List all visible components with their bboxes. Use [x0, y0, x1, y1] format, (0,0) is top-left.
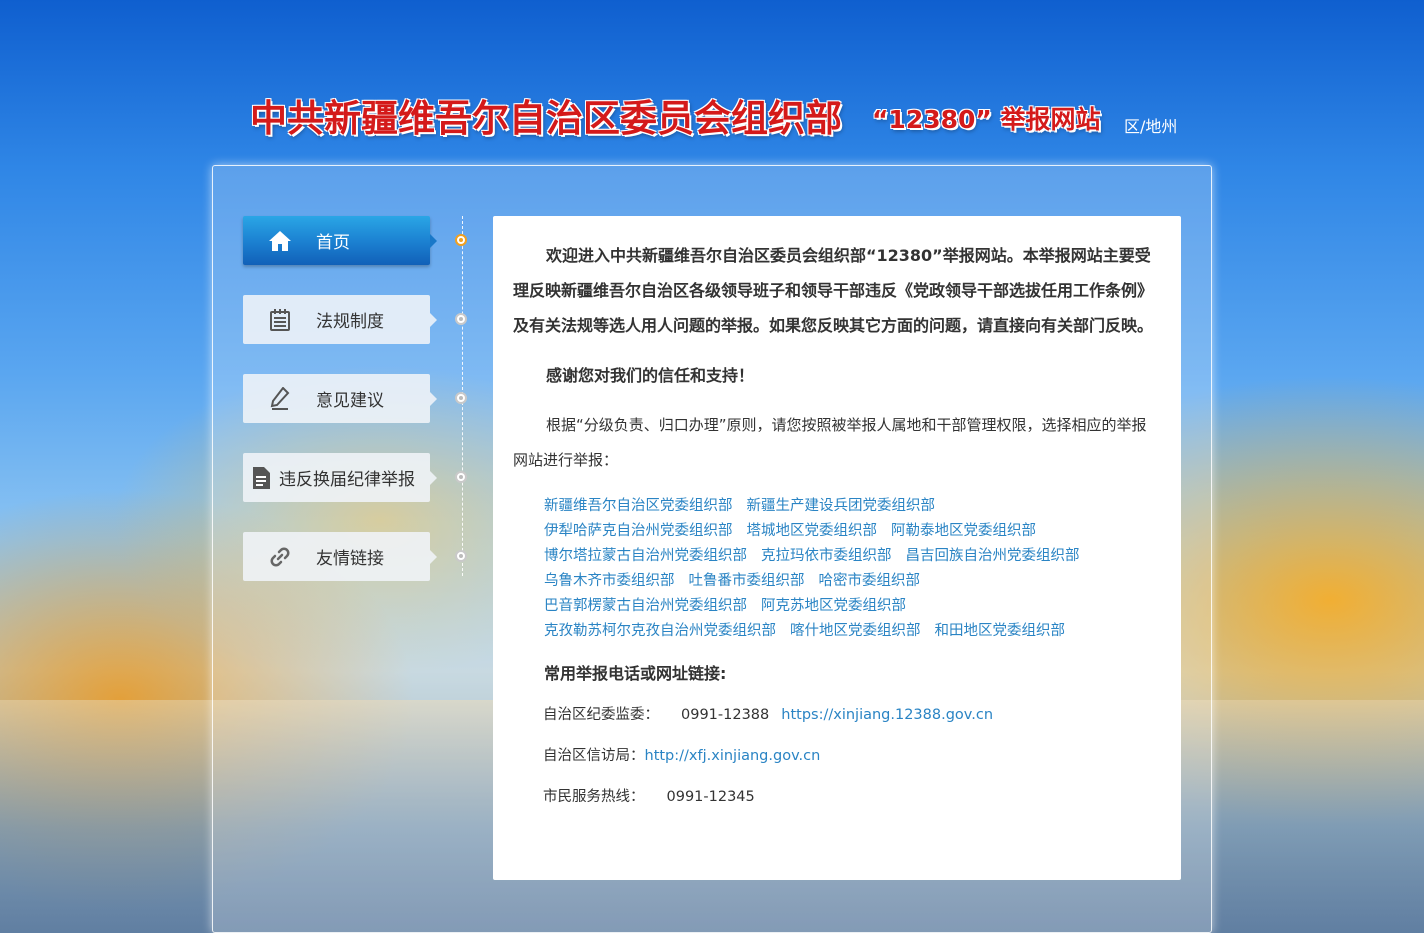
contact-row-petition-bureau: 自治区信访局：http://xfj.xinjiang.gov.cn: [543, 741, 1161, 771]
region-link[interactable]: 区/地州: [1124, 113, 1177, 137]
intro-paragraph: 欢迎进入中共新疆维吾尔自治区委员会组织部“12380”举报网站。本举报网站主要受…: [513, 246, 1154, 335]
nav-item-label: 首页: [316, 233, 350, 253]
nav-item-home[interactable]: 首页: [243, 216, 437, 265]
report-site-link[interactable]: 昌吉回族自治州党委组织部: [906, 548, 1080, 564]
link-row: 伊犁哈萨克自治州党委组织部 塔城地区党委组织部 阿勒泰地区党委组织部: [544, 519, 1161, 544]
report-site-link[interactable]: 哈密市委组织部: [819, 573, 921, 589]
link-icon: [268, 545, 292, 569]
report-site-link[interactable]: 伊犁哈萨克自治州党委组织部: [544, 523, 733, 539]
nav-item-friendly-links[interactable]: 友情链接: [243, 532, 437, 581]
report-site-link[interactable]: 阿克苏地区党委组织部: [761, 598, 906, 614]
nav-item-label: 法规制度: [316, 312, 384, 332]
nav-item-suggestions[interactable]: 意见建议: [243, 374, 437, 423]
report-site-link[interactable]: 和田地区党委组织部: [935, 623, 1066, 639]
nav-item-label: 违反换届纪律举报: [279, 470, 415, 490]
site-subtitle: “12380” 举报网站: [872, 105, 1101, 134]
link-row: 博尔塔拉蒙古自治州党委组织部 克拉玛依市委组织部 昌吉回族自治州党委组织部: [544, 544, 1161, 569]
nav-item-label: 友情链接: [316, 549, 384, 569]
nav-item-regulations[interactable]: 法规制度: [243, 295, 437, 344]
report-site-link[interactable]: 新疆生产建设兵团党委组织部: [747, 498, 936, 514]
home-icon: [268, 229, 292, 253]
nav-item-label: 意见建议: [316, 391, 384, 411]
link-row: 新疆维吾尔自治区党委组织部 新疆生产建设兵团党委组织部: [544, 494, 1161, 519]
timeline-dot: [455, 550, 467, 562]
link-row: 克孜勒苏柯尔克孜自治州党委组织部 喀什地区党委组织部 和田地区党委组织部: [544, 619, 1161, 644]
report-site-link[interactable]: 新疆维吾尔自治区党委组织部: [544, 498, 733, 514]
report-site-link[interactable]: 克拉玛依市委组织部: [761, 548, 892, 564]
timeline-dot: [455, 471, 467, 483]
contact-label: 自治区纪委监委：: [543, 707, 659, 723]
report-site-link[interactable]: 阿勒泰地区党委组织部: [891, 523, 1036, 539]
timeline-dot-active: [455, 234, 467, 246]
nav-item-election-discipline-report[interactable]: 违反换届纪律举报: [243, 453, 437, 502]
principle-paragraph: 根据“分级负责、归口办理”原则，请您按照被举报人属地和干部管理权限，选择相应的举…: [513, 416, 1147, 469]
report-site-link[interactable]: 乌鲁木齐市委组织部: [544, 573, 675, 589]
contact-phone: 0991-12345: [666, 789, 755, 805]
calendar-list-icon: [268, 308, 292, 332]
document-icon: [249, 466, 273, 490]
site-header: 中共新疆维吾尔自治区委员会组织部 “12380” 举报网站 区/地州: [0, 88, 1424, 148]
thanks-text: 感谢您对我们的信任和支持！: [546, 366, 755, 385]
report-site-link[interactable]: 巴音郭楞蒙古自治州党委组织部: [544, 598, 747, 614]
report-site-links: 新疆维吾尔自治区党委组织部 新疆生产建设兵团党委组织部 伊犁哈萨克自治州党委组织部…: [544, 494, 1161, 644]
pen-icon: [268, 386, 292, 411]
report-site-link[interactable]: 塔城地区党委组织部: [747, 523, 878, 539]
report-site-link[interactable]: 博尔塔拉蒙古自治州党委组织部: [544, 548, 747, 564]
link-row: 乌鲁木齐市委组织部 吐鲁番市委组织部 哈密市委组织部: [544, 569, 1161, 594]
contact-row-citizen-hotline: 市民服务热线： 0991-12345: [543, 782, 1161, 812]
contact-phone: 0991-12388: [681, 707, 770, 723]
timeline-dot: [455, 392, 467, 404]
report-site-link[interactable]: 喀什地区党委组织部: [790, 623, 921, 639]
contact-row-discipline-commission: 自治区纪委监委： 0991-12388 https://xinjiang.12388…: [543, 700, 1161, 730]
contacts-title: 常用举报电话或网址链接:: [544, 664, 727, 683]
site-title: 中共新疆维吾尔自治区委员会组织部: [250, 96, 842, 140]
contact-label: 市民服务热线：: [543, 789, 645, 805]
contact-url-link[interactable]: https://xinjiang.12388.gov.cn: [781, 707, 993, 723]
timeline-dot: [455, 313, 467, 325]
report-site-link[interactable]: 吐鲁番市委组织部: [689, 573, 805, 589]
contact-url-link[interactable]: http://xfj.xinjiang.gov.cn: [645, 748, 821, 764]
link-row: 巴音郭楞蒙古自治州党委组织部 阿克苏地区党委组织部: [544, 594, 1161, 619]
report-site-link[interactable]: 克孜勒苏柯尔克孜自治州党委组织部: [544, 623, 776, 639]
content-card: 欢迎进入中共新疆维吾尔自治区委员会组织部“12380”举报网站。本举报网站主要受…: [493, 216, 1181, 880]
contact-label: 自治区信访局：: [543, 748, 645, 764]
